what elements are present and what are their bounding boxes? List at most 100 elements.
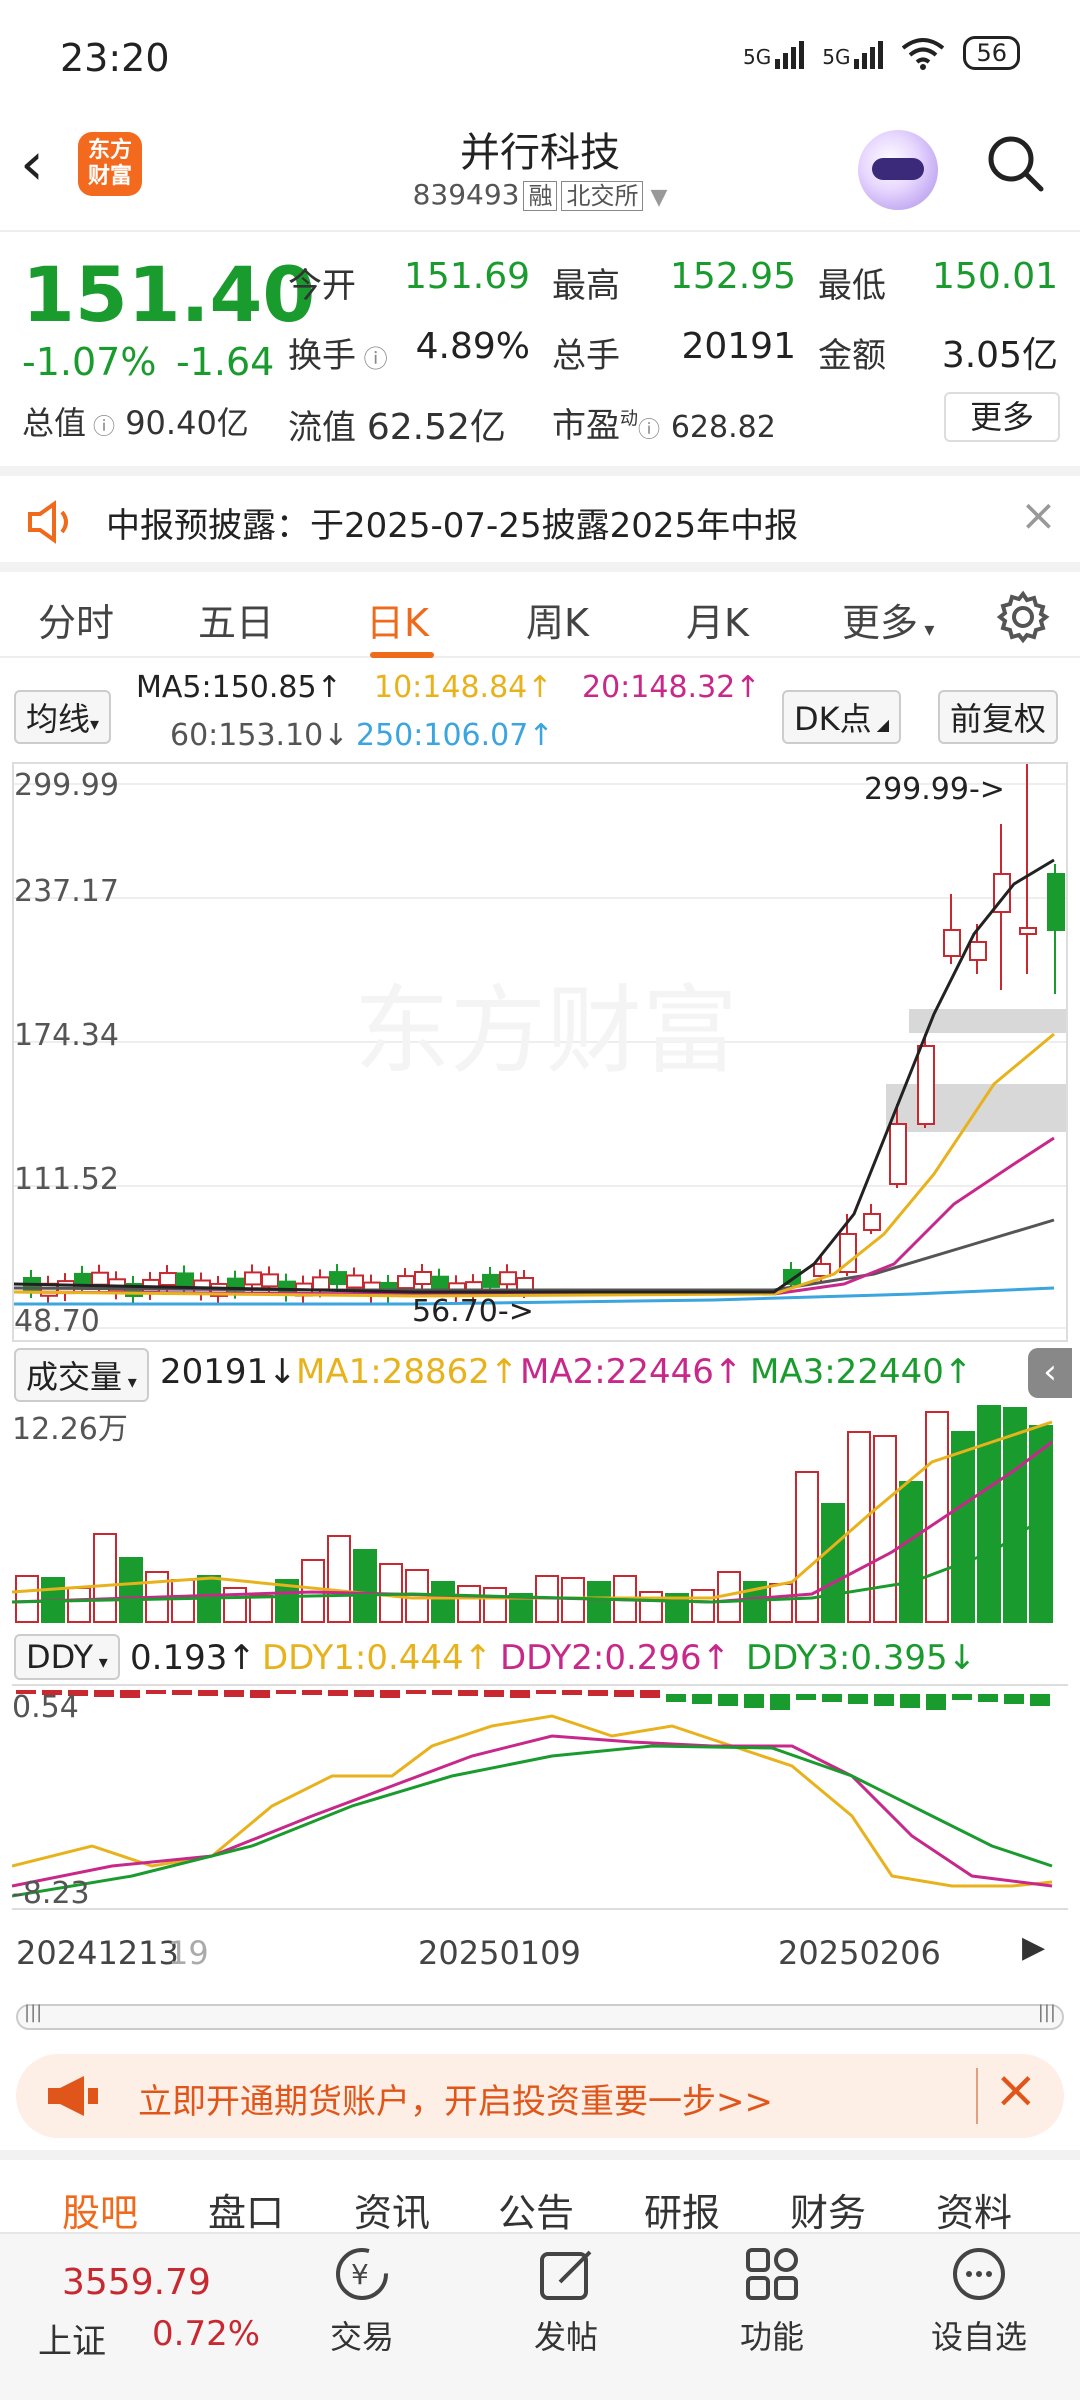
kline-chart[interactable]: 东方财富 299.99 237.17 174.34 111.52 48.70 2…	[12, 762, 1068, 1342]
tab-research[interactable]: 研报	[644, 2182, 720, 2237]
quote-panel: 151.40 -1.07% -1.64 今开 151.69 最高 152.95 …	[0, 230, 1080, 462]
ma-selector[interactable]: 均线▾	[14, 690, 112, 744]
volume-ma2: MA2:22446↑	[520, 1352, 743, 1392]
post-button[interactable]: 发帖	[516, 2234, 616, 2402]
ddy-bar	[822, 1694, 842, 1702]
scroll-handle-right[interactable]: |||	[1038, 2002, 1056, 2023]
candle-body	[516, 1277, 534, 1292]
chart-scrollbar[interactable]: ||| |||	[16, 2002, 1064, 2030]
mcap-label[interactable]: 总值 ⓘ 90.40亿	[22, 398, 249, 444]
tab-five-day[interactable]: 五日	[198, 592, 274, 647]
candle-body	[176, 1272, 194, 1287]
date-label-1b: 19	[168, 1934, 209, 1972]
ddy1-label: DDY1:0.444↑	[262, 1638, 493, 1678]
ddy-bar	[848, 1694, 868, 1704]
tab-more-label: 更多	[842, 601, 919, 645]
volume-bar	[93, 1533, 117, 1623]
dropdown-icon: ▾	[90, 714, 100, 735]
dropdown-icon: ▾	[122, 1372, 137, 1393]
tab-monthly-k[interactable]: 月K	[686, 592, 749, 647]
ddy-chart[interactable]: 0.54 -8.23	[12, 1684, 1068, 1911]
ddy-y-max: 0.54	[12, 1690, 79, 1725]
volume-bar	[691, 1589, 715, 1623]
y-axis-label-5: 48.70	[14, 1304, 100, 1339]
mcap-label-text: 总值	[22, 404, 87, 442]
ddy2-label: DDY2:0.296↑	[500, 1638, 731, 1678]
ddy-bar	[718, 1694, 738, 1706]
current-price: 151.40	[22, 250, 316, 339]
y-axis-label-4: 111.52	[14, 1162, 119, 1197]
candle-body	[499, 1271, 517, 1286]
ddy-bar	[1004, 1694, 1024, 1704]
tab-weekly-k[interactable]: 周K	[526, 592, 589, 647]
candle-body	[346, 1274, 364, 1289]
tab-orderbook[interactable]: 盘口	[208, 2182, 284, 2237]
ma250-label: 250:106.07↑	[356, 718, 554, 753]
index-change[interactable]: 0.72%	[152, 2314, 260, 2354]
wifi-icon	[902, 38, 945, 70]
ddy-bar	[224, 1690, 244, 1697]
volume-ma3: MA3:22440↑	[750, 1352, 973, 1392]
close-icon[interactable]: ×	[994, 2060, 1038, 2120]
futures-banner[interactable]: 立即开通期货账户，开启投资重要一步>> ×	[16, 2054, 1064, 2138]
candle-body	[1019, 927, 1037, 935]
dk-point-selector[interactable]: DK点 ◢	[782, 690, 902, 744]
volume-bar	[457, 1585, 481, 1623]
ddy-bar	[380, 1690, 400, 1698]
tab-finance[interactable]: 财务	[790, 2182, 866, 2237]
tab-forum[interactable]: 股吧	[62, 2182, 138, 2237]
ddy-bar	[796, 1694, 816, 1700]
ddy-bar	[900, 1694, 920, 1708]
tab-announcements[interactable]: 公告	[498, 2182, 574, 2237]
function-button[interactable]: 功能	[722, 2234, 822, 2402]
tab-profile[interactable]: 资料	[936, 2182, 1012, 2237]
status-bar: 23:20 5G 5G 56	[0, 0, 1080, 110]
candle-body	[397, 1275, 415, 1290]
network-label: 5G	[742, 45, 772, 69]
speaker-icon	[28, 500, 68, 544]
candle-body	[91, 1271, 109, 1286]
collapse-icon[interactable]: ‹	[1028, 1348, 1072, 1398]
exchange-tag: 北交所	[561, 181, 644, 211]
y-axis-label-2: 237.17	[14, 874, 119, 909]
ddy-bar	[874, 1694, 894, 1706]
ddy-bar	[978, 1694, 998, 1702]
close-icon[interactable]: ×	[1020, 490, 1057, 541]
next-arrow-icon[interactable]: ▶	[1022, 1930, 1045, 1965]
low-label: 最低	[818, 266, 886, 306]
tab-more[interactable]: 更多 ▾	[842, 592, 934, 647]
ddy-selector[interactable]: DDY ▾	[14, 1634, 120, 1680]
volume-bar	[249, 1595, 273, 1623]
notice-bar[interactable]: 中报预披露：于2025-07-25披露2025年中报 ×	[0, 466, 1080, 562]
gear-icon[interactable]	[996, 590, 1050, 644]
date-label-3: 20250206	[778, 1934, 941, 1972]
tab-news[interactable]: 资讯	[354, 2182, 430, 2237]
grid-icon	[746, 2248, 798, 2300]
index-name[interactable]: 上证	[38, 2314, 106, 2363]
search-icon[interactable]	[986, 134, 1044, 192]
float-label-text: 流值	[288, 408, 356, 448]
volume-selector[interactable]: 成交量 ▾	[14, 1348, 149, 1402]
tab-daily-k[interactable]: 日K	[366, 592, 429, 647]
float-value: 62.52亿	[366, 407, 506, 448]
ddy-selector-label: DDY	[26, 1638, 94, 1676]
trade-icon: ¥	[336, 2248, 388, 2300]
more-quote-button[interactable]: 更多	[944, 392, 1060, 442]
scroll-handle-left[interactable]: |||	[24, 2002, 42, 2023]
pe-label[interactable]: 市盈动ⓘ 628.82	[552, 398, 776, 447]
assistant-robot-icon[interactable]	[858, 130, 938, 210]
banner-divider	[976, 2068, 978, 2124]
banner-text: 立即开通期货账户，开启投资重要一步>>	[138, 2082, 773, 2122]
ddy-bar	[588, 1690, 608, 1696]
trade-button[interactable]: ¥ 交易	[312, 2234, 412, 2402]
margin-tag: 融	[523, 181, 558, 211]
adjust-button[interactable]: 前复权	[938, 690, 1059, 744]
ddy-bar	[328, 1690, 348, 1696]
battery-icon: 56	[963, 36, 1020, 70]
volume-chart[interactable]: 12.26万	[12, 1402, 1068, 1624]
add-watchlist-button[interactable]: 设自选	[924, 2234, 1034, 2402]
index-value[interactable]: 3559.79	[62, 2262, 211, 2303]
tab-intraday[interactable]: 分时	[38, 592, 114, 647]
volume-bar	[769, 1583, 793, 1623]
ddy-bar	[510, 1690, 530, 1698]
